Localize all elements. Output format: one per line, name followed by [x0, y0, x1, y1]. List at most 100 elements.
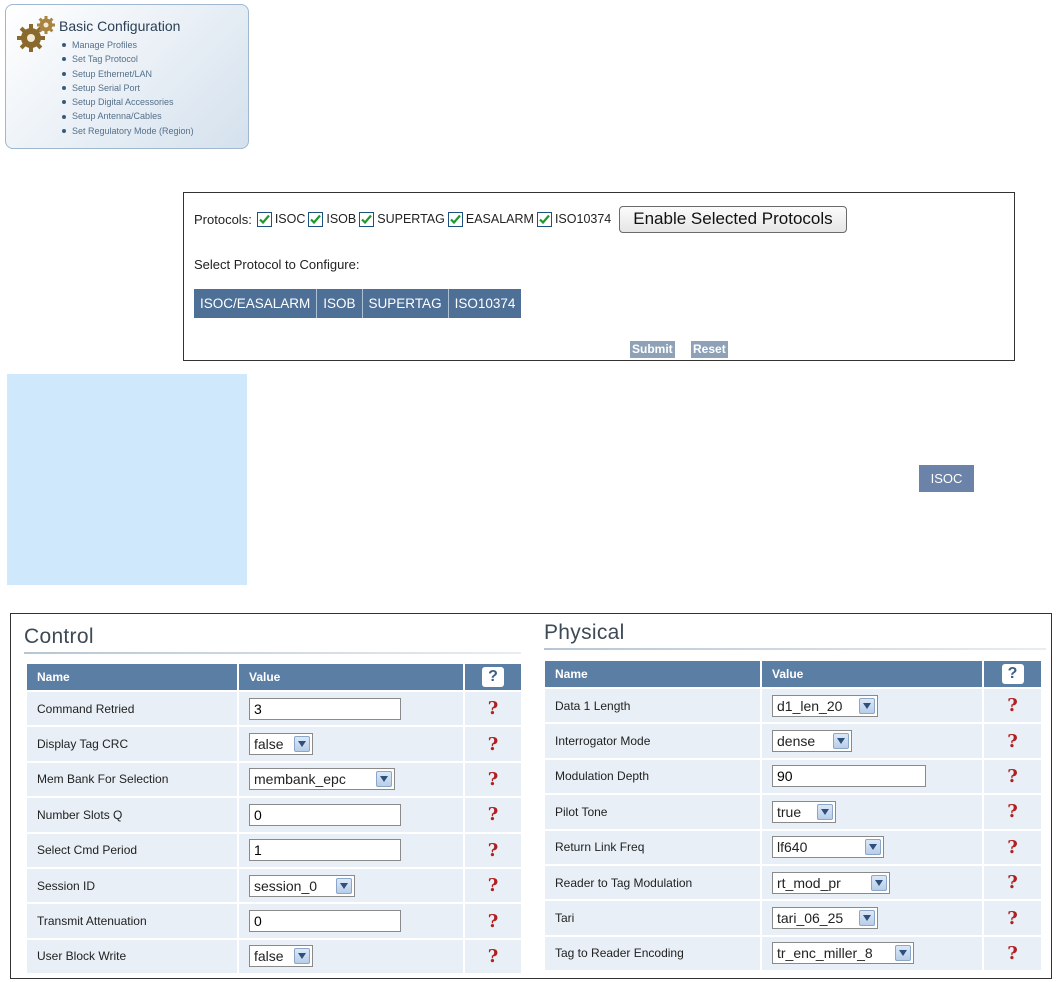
table-row: Pilot Tone true? — [543, 793, 1043, 831]
menu-item-set-regulatory-mode[interactable]: Set Regulatory Mode (Region) — [56, 124, 194, 138]
chevron-down-icon[interactable] — [336, 877, 352, 894]
setting-value-cell — [237, 831, 465, 869]
chevron-down-icon[interactable] — [871, 874, 887, 891]
chevron-down-icon[interactable] — [294, 948, 310, 965]
help-question-icon[interactable]: ? — [488, 734, 499, 755]
table-row: Transmit Attenuation? — [25, 902, 523, 940]
tab-supertag[interactable]: SUPERTAG — [362, 289, 449, 318]
chevron-down-icon[interactable] — [859, 697, 875, 714]
help-question-icon[interactable]: ? — [488, 804, 499, 825]
bullet-icon — [62, 100, 66, 105]
chevron-down-icon[interactable] — [376, 771, 392, 788]
setting-value-cell: lf640 — [760, 828, 984, 866]
isob-checkbox[interactable] — [308, 211, 324, 227]
help-cell: ? — [463, 796, 523, 834]
setting-value-select[interactable]: false — [249, 945, 313, 968]
help-cell: ? — [982, 828, 1043, 866]
setting-value-select[interactable]: true — [772, 800, 836, 823]
help-question-icon[interactable]: ? — [1007, 943, 1018, 964]
menu-item-setup-digital-accessories[interactable]: Setup Digital Accessories — [56, 95, 194, 109]
enable-selected-protocols-button[interactable]: Enable Selected Protocols — [619, 205, 847, 233]
help-question-icon[interactable]: ? — [1007, 731, 1018, 752]
setting-value-input[interactable] — [249, 910, 401, 933]
setting-value-select[interactable]: session_0 — [249, 874, 355, 897]
basic-configuration-menu: Manage Profiles Set Tag Protocol Setup E… — [56, 38, 194, 138]
setting-value-input[interactable] — [772, 765, 926, 788]
isoc-checkbox[interactable] — [256, 211, 272, 227]
reset-button[interactable]: Reset — [691, 341, 728, 358]
setting-name: Reader to Tag Modulation — [543, 863, 762, 902]
help-question-icon[interactable]: ? — [1007, 801, 1018, 822]
help-column-header: ? — [463, 662, 523, 692]
setting-name: Data 1 Length — [543, 686, 762, 725]
table-row: Reader to Tag Modulation rt_mod_pr? — [543, 863, 1043, 902]
name-column-header: Name — [25, 662, 239, 692]
select-value-text: tr_enc_miller_8 — [777, 945, 873, 962]
help-cell: ? — [982, 686, 1043, 725]
table-row: Display Tag CRC false? — [25, 725, 523, 763]
supertag-checkbox[interactable] — [359, 211, 375, 227]
help-cell: ? — [463, 937, 523, 976]
select-value-text: false — [254, 736, 284, 753]
chevron-down-icon[interactable] — [817, 803, 833, 820]
table-row: Tag to Reader Encoding tr_enc_miller_8? — [543, 934, 1043, 973]
bullet-icon — [62, 86, 66, 91]
help-question-icon[interactable]: ? — [1007, 766, 1018, 787]
setting-value-select[interactable]: tr_enc_miller_8 — [772, 942, 914, 965]
setting-value-input[interactable] — [249, 803, 401, 826]
setting-value-cell: false — [237, 937, 465, 976]
setting-value-input[interactable] — [249, 839, 401, 862]
help-cell: ? — [463, 831, 523, 869]
setting-value-cell: d1_len_20 — [760, 686, 984, 725]
help-question-icon[interactable]: ? — [488, 769, 499, 790]
physical-table-body: Data 1 Length d1_len_20? Interrogator Mode… — [543, 686, 1043, 973]
setting-value-select[interactable]: rt_mod_pr — [772, 871, 890, 894]
protocols-label: Protocols: — [194, 211, 252, 227]
help-question-icon[interactable]: ? — [488, 911, 499, 932]
tab-isoc-easalarm[interactable]: ISOC/EASALARM — [194, 289, 318, 318]
tab-iso10374[interactable]: ISO10374 — [448, 289, 522, 318]
chevron-down-icon[interactable] — [865, 839, 881, 856]
chevron-down-icon[interactable] — [895, 945, 911, 962]
help-cell: ? — [982, 757, 1043, 796]
setting-value-select[interactable]: lf640 — [772, 836, 884, 859]
tab-isob[interactable]: ISOB — [317, 289, 363, 318]
iso10374-checkbox[interactable] — [536, 211, 552, 227]
menu-item-setup-ethernet[interactable]: Setup Ethernet/LAN — [56, 67, 194, 81]
help-question-icon[interactable]: ? — [488, 875, 499, 896]
help-question-icon[interactable]: ? — [488, 840, 499, 861]
chevron-down-icon[interactable] — [833, 733, 849, 750]
menu-item-manage-profiles[interactable]: Manage Profiles — [56, 38, 194, 52]
check-icon — [310, 214, 322, 224]
setting-value-select[interactable]: d1_len_20 — [772, 694, 878, 717]
help-question-icon[interactable]: ? — [488, 698, 499, 719]
table-row: Return Link Freq lf640? — [543, 828, 1043, 866]
setting-value-cell: tari_06_25 — [760, 899, 984, 937]
setting-value-select[interactable]: false — [249, 733, 313, 756]
easalarm-checkbox[interactable] — [447, 211, 463, 227]
chevron-down-icon[interactable] — [859, 910, 875, 927]
physical-table: Name Value ? Data 1 Length d1_len_20? Inte… — [543, 659, 1043, 973]
help-question-icon[interactable]: ? — [1007, 695, 1018, 716]
select-value-text: dense — [777, 733, 816, 750]
setting-value-select[interactable]: tari_06_25 — [772, 907, 878, 930]
setting-value-select[interactable]: membank_epc — [249, 768, 395, 791]
menu-item-setup-serial-port[interactable]: Setup Serial Port — [56, 81, 194, 95]
select-value-text: session_0 — [254, 877, 318, 894]
submit-button[interactable]: Submit — [630, 341, 675, 358]
menu-item-setup-antenna-cables[interactable]: Setup Antenna/Cables — [56, 109, 194, 123]
menu-item-set-tag-protocol[interactable]: Set Tag Protocol — [56, 52, 194, 66]
select-value-text: rt_mod_pr — [777, 874, 841, 891]
help-question-icon[interactable]: ? — [1007, 908, 1018, 929]
help-question-icon[interactable]: ? — [488, 946, 499, 967]
setting-name: Number Slots Q — [25, 796, 239, 834]
setting-value-select[interactable]: dense — [772, 730, 852, 753]
chevron-down-icon[interactable] — [294, 736, 310, 753]
setting-value-input[interactable] — [249, 697, 401, 720]
physical-header-row: Name Value ? — [543, 659, 1043, 689]
protocol-selection-panel: Protocols: ISOC ISOB SUPERTAG EASALARM I… — [183, 192, 1015, 361]
isoc-tab-chip[interactable]: ISOC — [919, 465, 974, 492]
select-value-text: membank_epc — [254, 771, 346, 788]
help-question-icon[interactable]: ? — [1007, 837, 1018, 858]
help-question-icon[interactable]: ? — [1007, 872, 1018, 893]
